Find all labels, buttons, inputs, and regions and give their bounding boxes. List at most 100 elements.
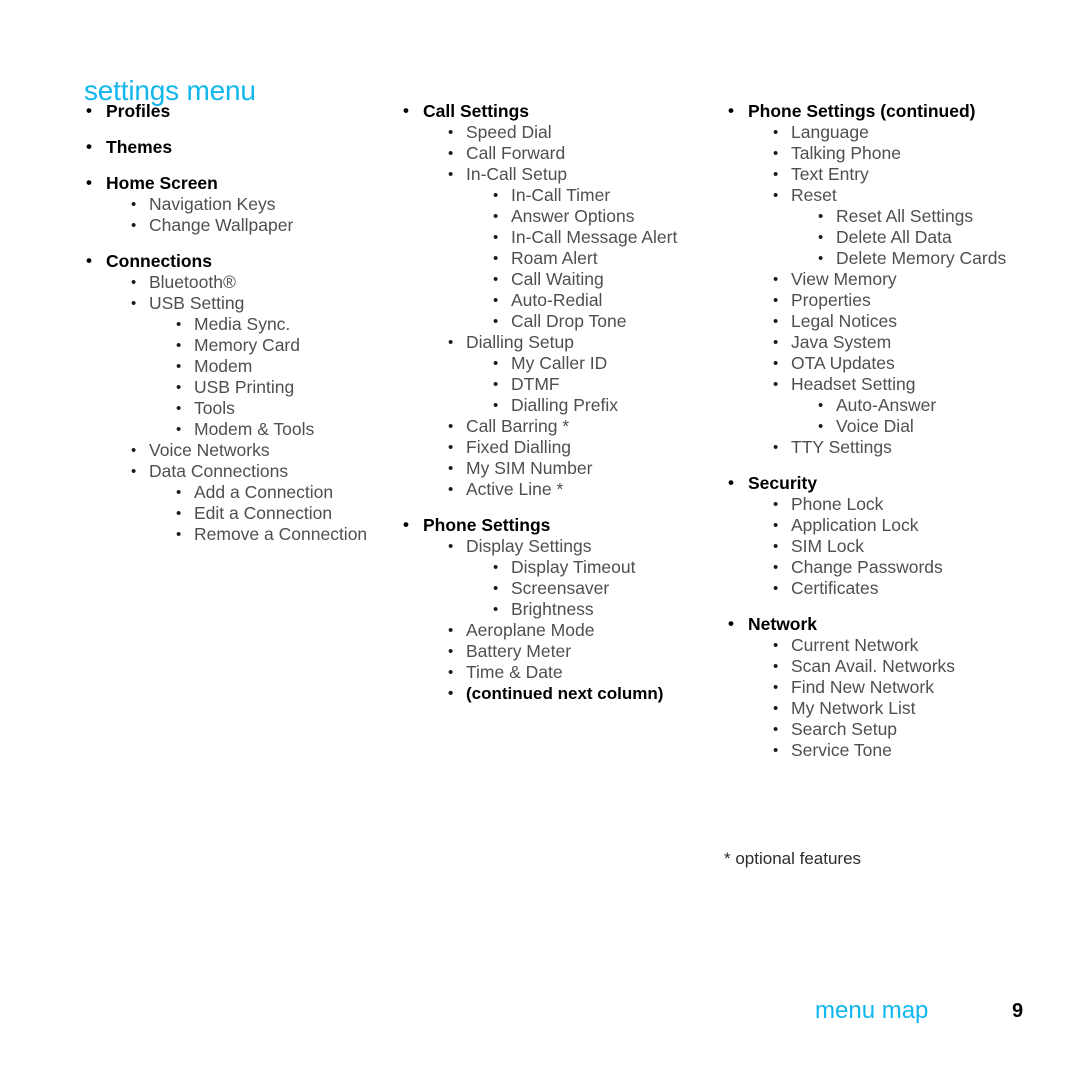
bullet-icon: • [176,505,182,522]
bullet-icon: • [773,124,779,141]
menu-item-level-3: • Delete All Data [728,227,1028,248]
menu-item-label: Call Settings [423,101,529,121]
menu-item-level-3: • My Caller ID [403,353,708,374]
menu-item-label: Current Network [791,635,919,655]
menu-item-level-3: • Auto-Redial [403,290,708,311]
bullet-icon: • [773,700,779,717]
bullet-icon: • [493,208,499,225]
menu-item-label: Answer Options [511,206,635,226]
menu-item-label: Home Screen [106,173,218,193]
bullet-icon: • [773,271,779,288]
menu-item-level-1: • Themes [86,136,386,158]
menu-item-level-3: • Roam Alert [403,248,708,269]
bullet-icon: • [773,334,779,351]
menu-item-level-3: • Display Timeout [403,557,708,578]
bullet-icon: • [773,145,779,162]
bullet-icon: • [773,721,779,738]
menu-item-level-2: • OTA Updates [728,353,1028,374]
menu-item-level-2: • Speed Dial [403,122,708,143]
menu-item-label: Display Settings [466,536,592,556]
menu-item-level-3: • Edit a Connection [86,503,386,524]
bullet-icon: • [773,355,779,372]
menu-item-level-3: • In-Call Message Alert [403,227,708,248]
menu-item-label: Call Barring * [466,416,570,436]
menu-item-level-2: • Change Wallpaper [86,215,386,236]
menu-item-label: Change Wallpaper [149,215,294,235]
bullet-icon: • [773,637,779,654]
bullet-icon: • [493,250,499,267]
menu-item-level-2: • Call Forward [403,143,708,164]
bullet-icon: • [493,376,499,393]
bullet-icon: • [176,421,182,438]
menu-item-label: Time & Date [466,662,563,682]
bullet-icon: • [448,124,454,141]
menu-item-level-1: • Phone Settings [403,514,708,536]
menu-item-level-2: • Properties [728,290,1028,311]
menu-item-level-1: • Profiles [86,100,386,122]
menu-item-label: Reset [791,185,837,205]
menu-item-level-3: • USB Printing [86,377,386,398]
bullet-icon: • [403,101,409,120]
menu-item-level-2: • Search Setup [728,719,1028,740]
menu-item-label: Call Forward [466,143,566,163]
bullet-icon: • [818,208,824,225]
bullet-icon: • [86,101,92,120]
bullet-icon: • [448,418,454,435]
menu-item-label: (continued next column) [466,684,664,703]
menu-item-level-3: • Memory Card [86,335,386,356]
menu-item-label: Phone Lock [791,494,884,514]
menu-item-label: Certificates [791,578,879,598]
bullet-icon: • [773,580,779,597]
bullet-icon: • [131,295,137,312]
menu-item-level-2: • Talking Phone [728,143,1028,164]
menu-item-label: Legal Notices [791,311,898,331]
optional-features-footnote: * optional features [724,849,862,868]
menu-item-label: In-Call Timer [511,185,611,205]
menu-item-label: Call Waiting [511,269,604,289]
menu-item-level-2: • My Network List [728,698,1028,719]
menu-item-level-3: • Tools [86,398,386,419]
bullet-icon: • [818,250,824,267]
menu-item-label: SIM Lock [791,536,864,556]
menu-item-label: Phone Settings (continued) [748,101,976,121]
bullet-icon: • [493,580,499,597]
menu-item-level-2: • Text Entry [728,164,1028,185]
menu-item-level-2: • Phone Lock [728,494,1028,515]
menu-item-level-2: • Data Connections [86,461,386,482]
bullet-icon: • [773,439,779,456]
menu-column-3: • Phone Settings (continued) • Language • Tal… [728,100,1028,761]
menu-item-level-1: • Security [728,472,1028,494]
menu-item-level-2: • Headset Setting [728,374,1028,395]
bullet-icon: • [773,292,779,309]
menu-item-label: Speed Dial [466,122,552,142]
menu-item-level-2: • Time & Date [403,662,708,683]
bullet-icon: • [818,397,824,414]
menu-item-label: Navigation Keys [149,194,276,214]
menu-item-label: Themes [106,137,173,157]
menu-item-level-2: • Call Barring * [403,416,708,437]
menu-item-level-1: • Phone Settings (continued) [728,100,1028,122]
menu-item-label: Remove a Connection [194,524,368,544]
menu-item-label: Scan Avail. Networks [791,656,956,676]
bullet-icon: • [493,397,499,414]
menu-item-level-1: • Call Settings [403,100,708,122]
menu-item-level-3: • Dialling Prefix [403,395,708,416]
menu-item-label: Headset Setting [791,374,916,394]
menu-item-level-2: • Application Lock [728,515,1028,536]
bullet-icon: • [773,742,779,759]
menu-item-label: Fixed Dialling [466,437,572,457]
bullet-icon: • [448,622,454,639]
bullet-icon: • [131,217,137,234]
menu-item-label: Language [791,122,869,142]
bullet-icon: • [773,658,779,675]
bullet-icon: • [176,484,182,501]
menu-item-label: My SIM Number [466,458,593,478]
bullet-icon: • [176,526,182,543]
menu-item-level-1: • Home Screen [86,172,386,194]
bullet-icon: • [176,400,182,417]
menu-item-level-2: • Current Network [728,635,1028,656]
menu-item-level-2: • Dialling Setup [403,332,708,353]
menu-item-label: Profiles [106,101,171,121]
menu-item-level-3: • Call Waiting [403,269,708,290]
menu-item-level-2: • Active Line * [403,479,708,500]
